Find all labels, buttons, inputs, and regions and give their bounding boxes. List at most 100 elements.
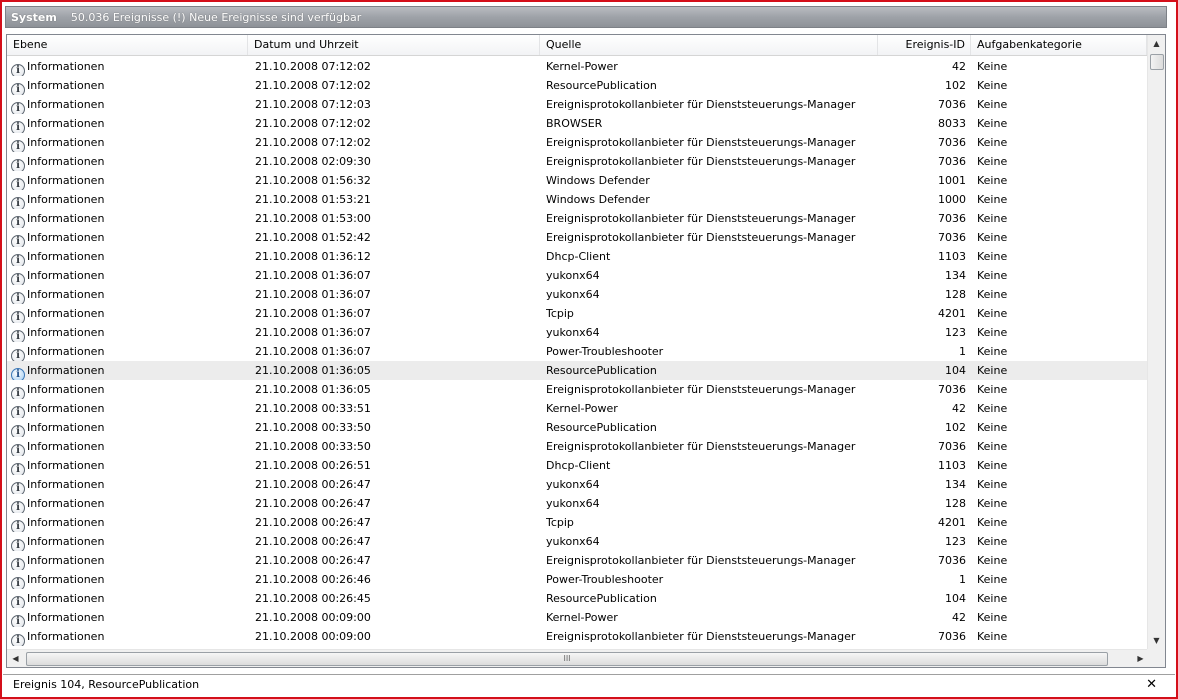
table-row[interactable]: i Informationen 21.10.2008 00:26:51 Dhcp-Cl… <box>7 456 1147 475</box>
category-cell: Keine <box>977 573 1008 586</box>
source-cell: BROWSER <box>546 117 603 130</box>
horizontal-scrollbar[interactable]: ◀ III ▶ <box>7 649 1149 667</box>
category-cell: Keine <box>977 421 1008 434</box>
table-row[interactable]: i Informationen 21.10.2008 00:09:00 Ereigni… <box>7 627 1147 646</box>
table-row[interactable]: i Informationen 21.10.2008 01:53:21 Windows… <box>7 190 1147 209</box>
source-cell: Ereignisprotokollanbieter für Dienststeu… <box>546 440 856 453</box>
info-icon: i <box>11 615 25 627</box>
category-cell: Keine <box>977 231 1008 244</box>
table-row[interactable]: i Informationen 21.10.2008 02:09:30 Ereigni… <box>7 152 1147 171</box>
source-cell: Ereignisprotokollanbieter für Dienststeu… <box>546 231 856 244</box>
category-cell: Keine <box>977 307 1008 320</box>
table-row[interactable]: i Informationen 21.10.2008 00:33:50 Resourc… <box>7 418 1147 437</box>
level-text: Informationen <box>27 573 105 586</box>
vertical-scrollbar[interactable]: ▲ ▼ <box>1147 35 1165 649</box>
table-row[interactable]: i Informationen 21.10.2008 07:12:02 Ereigni… <box>7 133 1147 152</box>
level-cell: i Informationen <box>11 304 251 323</box>
table-row[interactable]: i Informationen 21.10.2008 00:26:47 yukonx6… <box>7 475 1147 494</box>
category-cell: Keine <box>977 630 1008 643</box>
table-row[interactable]: i Informationen 21.10.2008 00:26:47 yukonx6… <box>7 494 1147 513</box>
level-cell: i Informationen <box>11 323 251 342</box>
category-cell: Keine <box>977 402 1008 415</box>
scroll-down-icon[interactable]: ▼ <box>1148 632 1165 649</box>
table-row[interactable]: i Informationen 21.10.2008 07:12:02 Resourc… <box>7 76 1147 95</box>
table-row[interactable]: i Informationen 21.10.2008 00:26:47 Ereigni… <box>7 551 1147 570</box>
date-cell: 21.10.2008 01:36:12 <box>255 250 371 263</box>
table-row[interactable]: i Informationen 21.10.2008 01:52:42 Ereigni… <box>7 228 1147 247</box>
info-icon: i <box>11 482 25 494</box>
table-row[interactable]: i Informationen 21.10.2008 07:12:03 Ereigni… <box>7 95 1147 114</box>
level-cell: i Informationen <box>11 456 251 475</box>
source-cell: Ereignisprotokollanbieter für Dienststeu… <box>546 630 856 643</box>
event-id-cell: 104 <box>945 592 966 605</box>
level-cell: i Informationen <box>11 418 251 437</box>
level-text: Informationen <box>27 440 105 453</box>
vertical-scroll-thumb[interactable] <box>1150 54 1164 70</box>
table-row[interactable]: i Informationen 21.10.2008 00:26:47 yukonx6… <box>7 532 1147 551</box>
category-cell: Keine <box>977 212 1008 225</box>
table-row[interactable]: i Informationen 21.10.2008 01:36:05 Ereigni… <box>7 380 1147 399</box>
table-row[interactable]: i Informationen 21.10.2008 07:12:02 Kernel-… <box>7 57 1147 76</box>
column-header-level[interactable]: Ebene <box>7 35 248 55</box>
category-cell: Keine <box>977 98 1008 111</box>
level-cell: i Informationen <box>11 380 251 399</box>
level-text: Informationen <box>27 250 105 263</box>
table-row[interactable]: i Informationen 21.10.2008 00:26:46 Power-T… <box>7 570 1147 589</box>
source-cell: Ereignisprotokollanbieter für Dienststeu… <box>546 98 856 111</box>
table-row[interactable]: i Informationen 21.10.2008 07:12:02 BROWSER… <box>7 114 1147 133</box>
category-cell: Keine <box>977 497 1008 510</box>
event-list-pane: Ebene Datum und Uhrzeit Quelle Ereignis-… <box>6 34 1166 668</box>
date-cell: 21.10.2008 00:26:47 <box>255 516 371 529</box>
source-cell: Tcpip <box>546 516 574 529</box>
source-cell: Ereignisprotokollanbieter für Dienststeu… <box>546 136 856 149</box>
table-row[interactable]: i Informationen 21.10.2008 00:33:51 Kernel-… <box>7 399 1147 418</box>
date-cell: 21.10.2008 00:26:45 <box>255 592 371 605</box>
source-cell: Ereignisprotokollanbieter für Dienststeu… <box>546 155 856 168</box>
table-row[interactable]: i Informationen 21.10.2008 01:36:07 yukonx6… <box>7 266 1147 285</box>
level-text: Informationen <box>27 193 105 206</box>
table-row[interactable]: i Informationen 21.10.2008 01:53:00 Ereigni… <box>7 209 1147 228</box>
table-row[interactable]: i Informationen 21.10.2008 00:09:00 Kernel-… <box>7 608 1147 627</box>
level-cell: i Informationen <box>11 266 251 285</box>
category-cell: Keine <box>977 611 1008 624</box>
date-cell: 21.10.2008 01:36:07 <box>255 326 371 339</box>
table-row[interactable]: i Informationen 21.10.2008 00:26:45 Resourc… <box>7 589 1147 608</box>
table-row[interactable]: i Informationen 21.10.2008 01:56:32 Windows… <box>7 171 1147 190</box>
source-cell: ResourcePublication <box>546 79 657 92</box>
level-cell: i Informationen <box>11 513 251 532</box>
info-icon: i <box>11 159 25 171</box>
table-row[interactable]: i Informationen 21.10.2008 01:36:07 yukonx6… <box>7 285 1147 304</box>
date-cell: 21.10.2008 00:33:51 <box>255 402 371 415</box>
source-cell: Power-Troubleshooter <box>546 345 664 358</box>
event-id-cell: 7036 <box>938 231 966 244</box>
close-icon[interactable]: ✕ <box>1146 675 1157 695</box>
table-row[interactable]: i Informationen 21.10.2008 00:33:50 Ereigni… <box>7 437 1147 456</box>
table-row[interactable]: i Informationen 21.10.2008 00:26:47 Tcpip 42… <box>7 513 1147 532</box>
category-cell: Keine <box>977 345 1008 358</box>
category-cell: Keine <box>977 478 1008 491</box>
horizontal-scroll-thumb[interactable]: III <box>26 652 1108 666</box>
column-header-source[interactable]: Quelle <box>540 35 878 55</box>
table-row[interactable]: i Informationen 21.10.2008 01:36:12 Dhcp-Cl… <box>7 247 1147 266</box>
table-row[interactable]: i Informationen 21.10.2008 01:36:07 yukonx6… <box>7 323 1147 342</box>
column-header-date[interactable]: Datum und Uhrzeit <box>248 35 540 55</box>
column-header-event-id[interactable]: Ereignis-ID <box>878 35 971 55</box>
event-id-cell: 102 <box>945 421 966 434</box>
scroll-left-icon[interactable]: ◀ <box>7 650 24 667</box>
level-text: Informationen <box>27 269 105 282</box>
column-header-category[interactable]: Aufgabenkategorie <box>971 35 1147 55</box>
scroll-up-icon[interactable]: ▲ <box>1148 35 1165 52</box>
event-id-cell: 7036 <box>938 630 966 643</box>
table-row[interactable]: i Informationen 21.10.2008 01:36:07 Tcpip 42… <box>7 304 1147 323</box>
date-cell: 21.10.2008 00:26:47 <box>255 554 371 567</box>
event-id-cell: 7036 <box>938 136 966 149</box>
level-cell: i Informationen <box>11 190 251 209</box>
table-row[interactable]: i Informationen 21.10.2008 01:36:05 Resourc… <box>7 361 1147 380</box>
level-cell: i Informationen <box>11 361 251 380</box>
category-cell: Keine <box>977 459 1008 472</box>
date-cell: 21.10.2008 07:12:02 <box>255 117 371 130</box>
table-row[interactable]: i Informationen 21.10.2008 01:36:07 Power-T… <box>7 342 1147 361</box>
event-id-cell: 134 <box>945 478 966 491</box>
event-id-cell: 1 <box>959 345 966 358</box>
date-cell: 21.10.2008 01:36:07 <box>255 345 371 358</box>
